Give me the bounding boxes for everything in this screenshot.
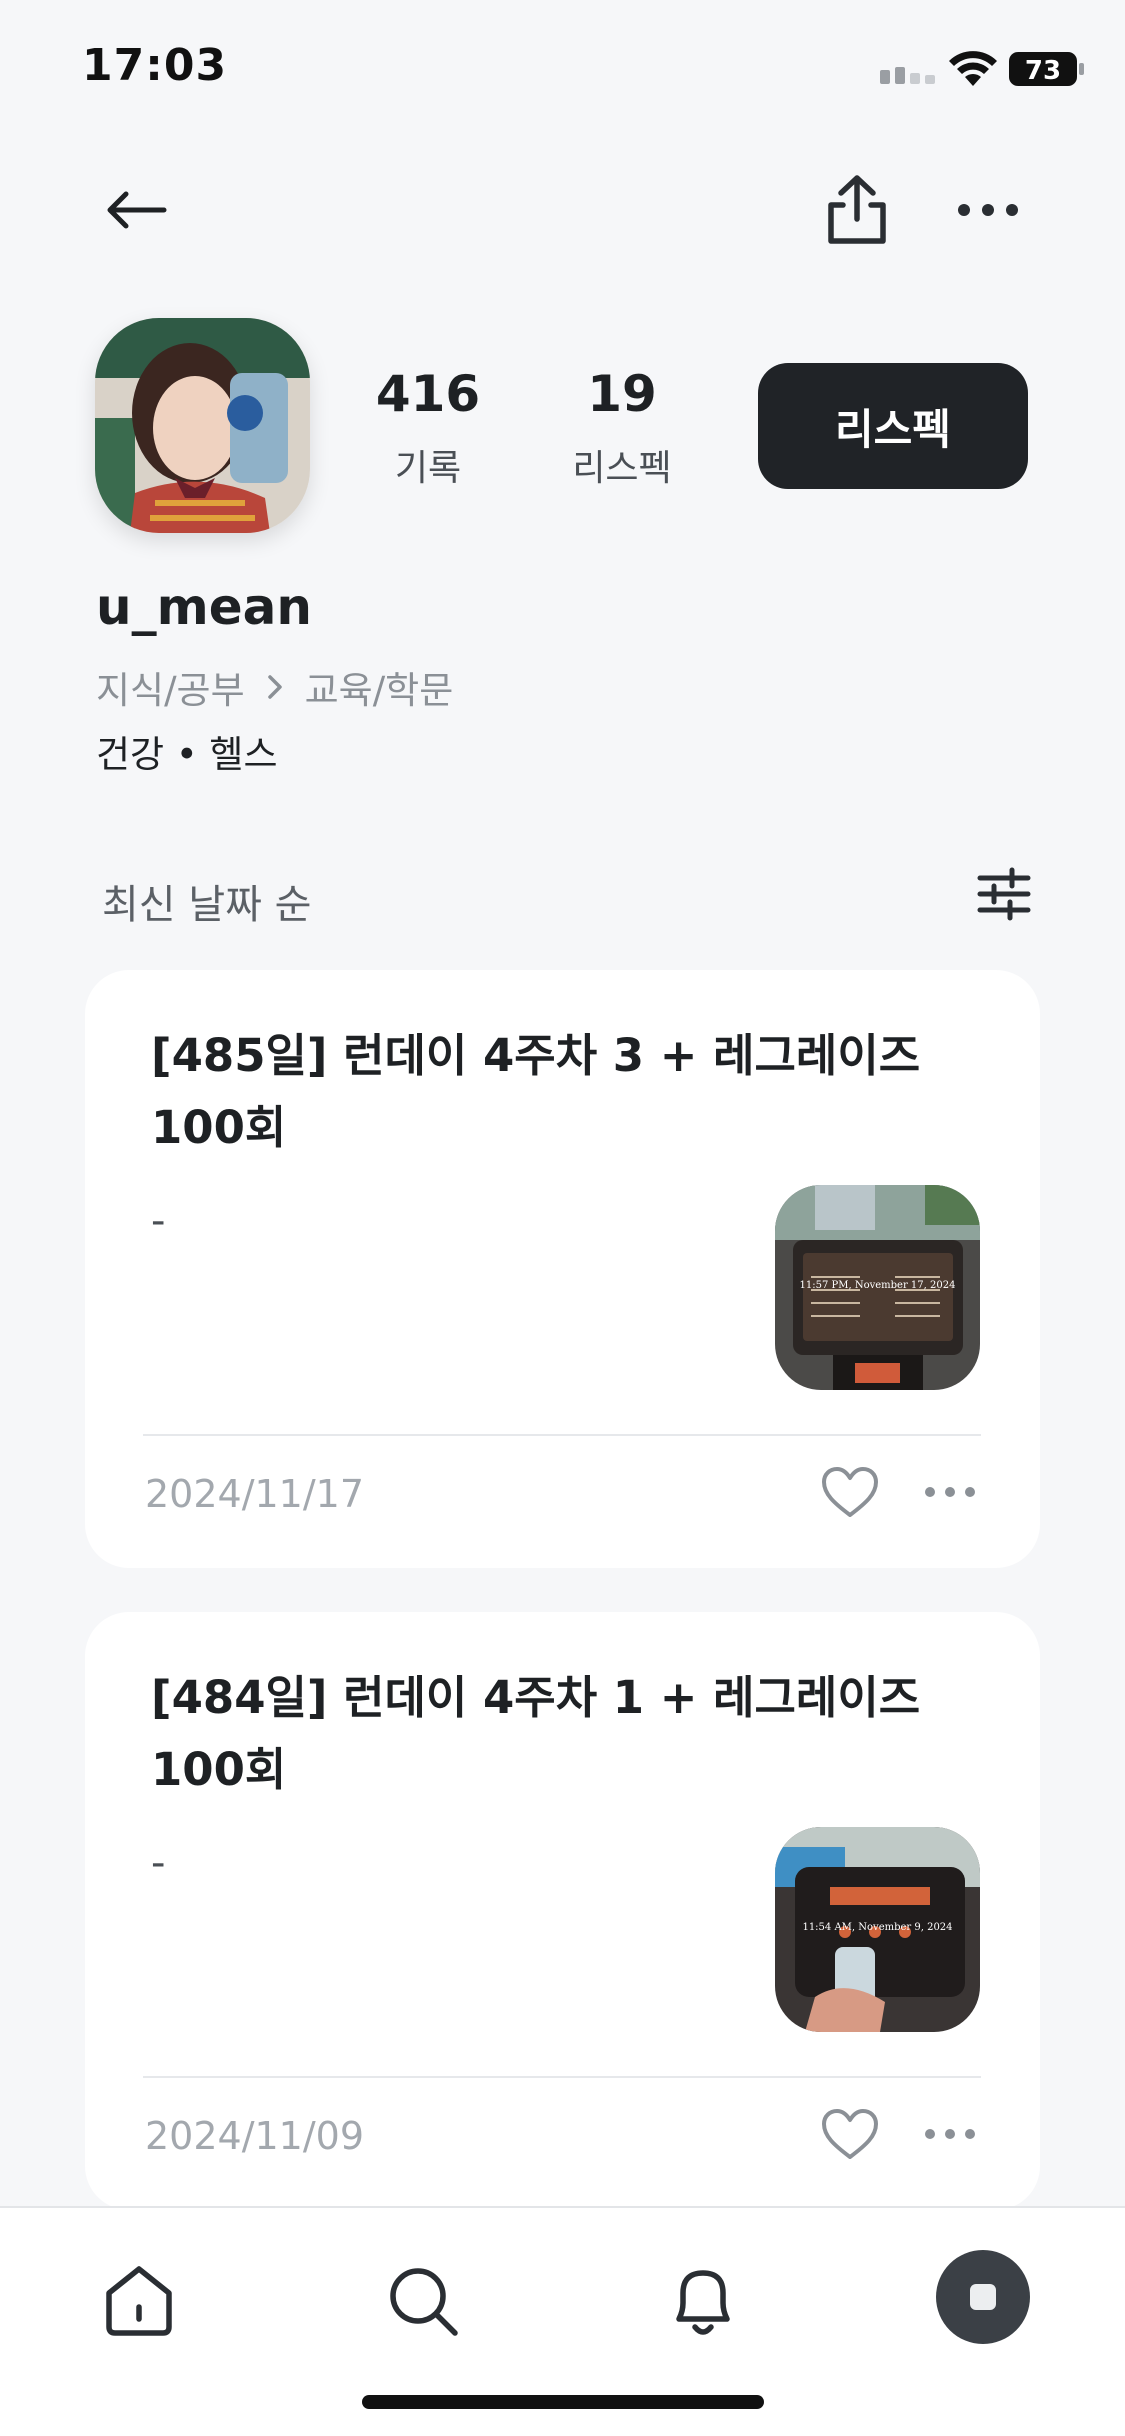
more-button[interactable] (950, 190, 1026, 230)
avatar[interactable] (95, 318, 310, 533)
category-breadcrumb: 지식/공부 교육/학문 (96, 660, 453, 714)
heart-icon[interactable] (820, 1465, 880, 1521)
battery-level: 73 (1025, 56, 1061, 86)
post-title: [484일] 런데이 4주차 1 + 레그레이즈 100회 (151, 1671, 921, 1796)
respects-count: 19 (587, 365, 657, 423)
card-divider (143, 2076, 981, 2078)
stat-records[interactable]: 416 기록 (328, 365, 528, 491)
more-horizontal-icon (958, 204, 1018, 216)
post-card[interactable]: [485일] 런데이 4주차 3 + 레그레이즈 100회 - 11:57 PM… (85, 970, 1040, 1568)
arrow-left-icon (107, 191, 167, 229)
post-description: - (151, 1198, 166, 1244)
cellular-signal-icon (880, 67, 935, 84)
wifi-icon (949, 51, 997, 86)
subcategory: 교육/학문 (304, 669, 454, 712)
respect-button[interactable]: 리스펙 (758, 363, 1028, 489)
back-button[interactable] (96, 180, 176, 240)
status-time: 17:03 (82, 40, 228, 91)
post-description: - (151, 1840, 166, 1886)
post-title: [485일] 런데이 4주차 3 + 레그레이즈 100회 (151, 1029, 921, 1154)
tab-home[interactable] (96, 2258, 182, 2344)
profile-tags: 건강 • 헬스 (96, 733, 278, 776)
category: 지식/공부 (96, 669, 245, 712)
post-thumbnail[interactable]: 11:57 PM, November 17, 2024 (775, 1185, 980, 1390)
records-count: 416 (375, 365, 481, 423)
home-icon (106, 2266, 172, 2336)
thumbnail-caption: 11:57 PM, November 17, 2024 (799, 1280, 956, 1291)
status-bar: 17:03 73 (0, 0, 1125, 140)
post-thumbnail[interactable]: 11:54 AM, November 9, 2024 (775, 1827, 980, 2032)
sort-dropdown[interactable]: 최신 날짜 순 (102, 872, 311, 930)
username: u_mean (96, 578, 312, 636)
more-horizontal-icon[interactable] (923, 2124, 977, 2144)
search-icon (390, 2268, 458, 2336)
chevron-right-icon (267, 675, 282, 699)
tab-notifications[interactable] (660, 2256, 746, 2346)
home-indicator (362, 2395, 764, 2409)
sliders-icon[interactable] (976, 866, 1032, 922)
respects-label: 리스펙 (572, 448, 672, 489)
stat-respects[interactable]: 19 리스펙 (522, 365, 722, 491)
records-label: 기록 (394, 448, 462, 489)
tab-profile[interactable] (936, 2250, 1030, 2344)
battery-icon: 73 (1009, 52, 1084, 86)
profile-icon (970, 2284, 996, 2310)
tab-search[interactable] (380, 2258, 466, 2344)
post-date: 2024/11/17 (145, 1472, 365, 1516)
share-icon (828, 175, 886, 244)
share-button[interactable] (815, 168, 899, 252)
more-horizontal-icon[interactable] (923, 1482, 977, 1502)
card-divider (143, 1434, 981, 1436)
heart-icon[interactable] (820, 2107, 880, 2163)
avatar-image (95, 318, 310, 533)
post-date: 2024/11/09 (145, 2114, 365, 2158)
bell-icon (676, 2270, 730, 2335)
post-card[interactable]: [484일] 런데이 4주차 1 + 레그레이즈 100회 - 11:54 AM… (85, 1612, 1040, 2210)
thumbnail-caption: 11:54 AM, November 9, 2024 (802, 1922, 953, 1933)
